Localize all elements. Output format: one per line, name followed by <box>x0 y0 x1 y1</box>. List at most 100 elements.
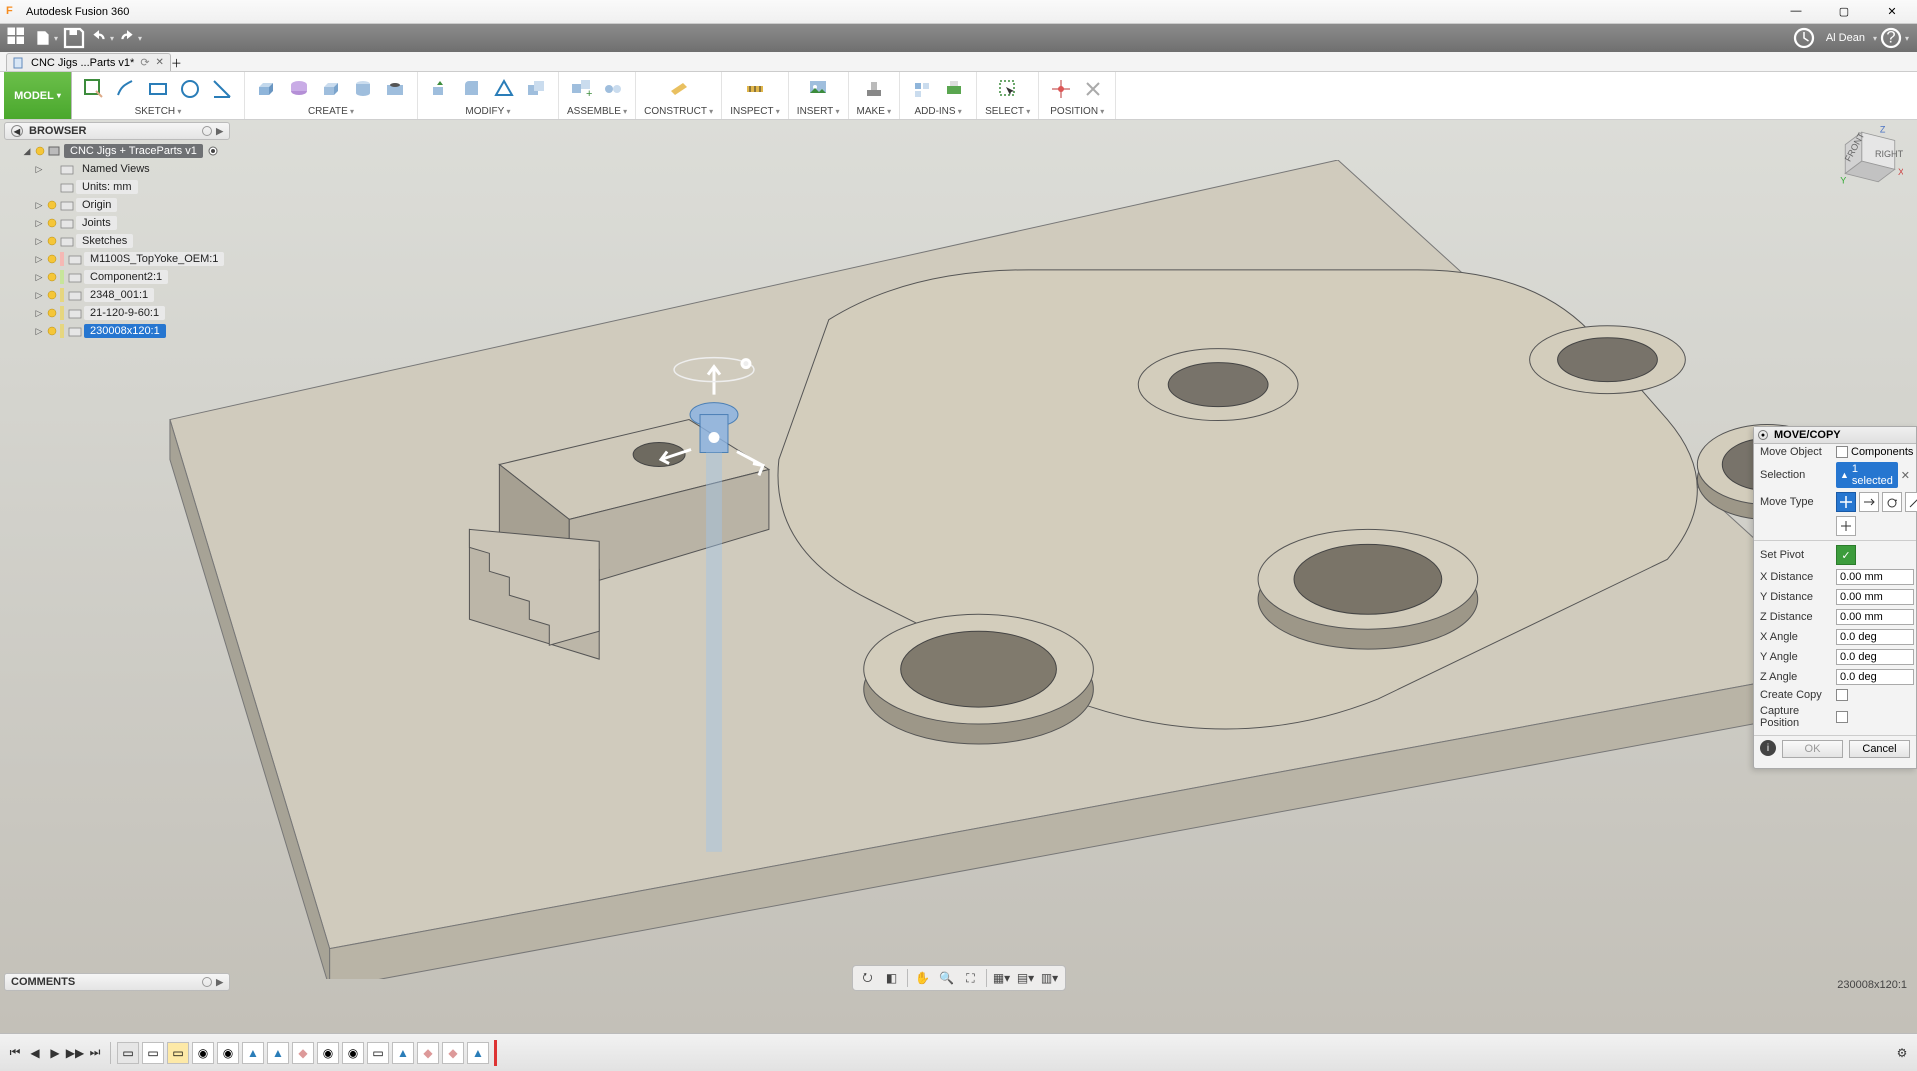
timeline-feature[interactable]: ▲ <box>392 1042 414 1064</box>
ribbon-label-addins[interactable]: ADD-INS <box>914 106 961 117</box>
visibility-icon[interactable] <box>46 235 58 247</box>
ribbon-label-insert[interactable]: INSERT <box>797 106 840 117</box>
distance-input[interactable] <box>1836 669 1914 685</box>
measure-button[interactable] <box>741 75 769 103</box>
help-menu-chevron-icon[interactable]: ▾ <box>1905 34 1909 43</box>
timeline-feature[interactable]: ▭ <box>142 1042 164 1064</box>
move-copy-header[interactable]: ● MOVE/COPY <box>1754 427 1916 444</box>
timeline-end-button[interactable]: ⏭ <box>86 1044 104 1062</box>
ribbon-label-make[interactable]: MAKE <box>857 106 892 117</box>
timeline-feature[interactable]: ◆ <box>417 1042 439 1064</box>
browser-pin-icon[interactable] <box>202 126 212 136</box>
job-status-icon[interactable] <box>1792 26 1816 50</box>
tree-item[interactable]: ▷230008x120:1 <box>4 322 230 340</box>
tree-item[interactable]: ▷M1100S_TopYoke_OEM:1 <box>4 250 230 268</box>
addins-button[interactable] <box>908 75 936 103</box>
timeline-feature[interactable]: ▲ <box>242 1042 264 1064</box>
line-tool-button[interactable] <box>112 75 140 103</box>
move-type-extra-button[interactable] <box>1836 516 1856 536</box>
tree-item[interactable]: ▷Sketches <box>4 232 230 250</box>
ribbon-label-create[interactable]: CREATE <box>308 106 354 117</box>
select-button[interactable] <box>994 75 1022 103</box>
comments-pin-icon[interactable] <box>202 977 212 987</box>
ribbon-label-position[interactable]: POSITION <box>1050 106 1104 117</box>
distance-input[interactable] <box>1836 609 1914 625</box>
timeline-feature[interactable]: ▲ <box>267 1042 289 1064</box>
timeline-feature[interactable]: ▭ <box>167 1042 189 1064</box>
timeline-feature[interactable]: ◆ <box>292 1042 314 1064</box>
trim-tool-button[interactable] <box>208 75 236 103</box>
comments-chevron-icon[interactable]: ▶ <box>216 977 223 988</box>
window-close-button[interactable]: ✕ <box>1877 5 1907 18</box>
save-button[interactable] <box>62 26 86 50</box>
panel-collapse-icon[interactable]: ● <box>1758 430 1768 440</box>
look-at-button[interactable]: ◧ <box>883 969 901 987</box>
tab-close-button[interactable]: ✕ <box>156 57 164 68</box>
timeline-play-button[interactable]: ▶ <box>46 1044 64 1062</box>
distance-input[interactable] <box>1836 569 1914 585</box>
expand-icon[interactable]: ▷ <box>34 308 44 319</box>
move-type-free-button[interactable] <box>1836 492 1856 512</box>
orbit-button[interactable]: ⭮ <box>859 969 877 987</box>
timeline-start-button[interactable]: ⏮ <box>6 1044 24 1062</box>
box-button[interactable] <box>317 75 345 103</box>
fit-button[interactable]: ⛶ <box>962 969 980 987</box>
expand-icon[interactable]: ▷ <box>34 164 44 175</box>
document-tab[interactable]: CNC Jigs ...Parts v1* ⟳ ✕ <box>6 53 171 71</box>
combine-button[interactable] <box>522 75 550 103</box>
move-type-point-button[interactable] <box>1905 492 1917 512</box>
timeline-feature[interactable]: ◉ <box>192 1042 214 1064</box>
press-pull-button[interactable] <box>426 75 454 103</box>
construct-plane-button[interactable] <box>665 75 693 103</box>
visibility-icon[interactable] <box>46 253 58 265</box>
expand-icon[interactable]: ▷ <box>34 290 44 301</box>
ok-button[interactable]: OK <box>1782 740 1843 758</box>
visibility-icon[interactable] <box>46 199 58 211</box>
distance-input[interactable] <box>1836 629 1914 645</box>
timeline-forward-button[interactable]: ▶▶ <box>66 1044 84 1062</box>
timeline-feature[interactable]: ▭ <box>117 1042 139 1064</box>
position-revert-button[interactable] <box>1079 75 1107 103</box>
make-button[interactable] <box>860 75 888 103</box>
position-capture-button[interactable] <box>1047 75 1075 103</box>
joint-button[interactable] <box>599 75 627 103</box>
help-button[interactable]: ? <box>1879 26 1903 50</box>
timeline-feature[interactable]: ◉ <box>217 1042 239 1064</box>
panel-info-icon[interactable]: i <box>1760 740 1776 756</box>
selection-chip[interactable]: ▲1 selected <box>1836 462 1898 488</box>
data-panel-button[interactable] <box>6 26 30 50</box>
ribbon-label-select[interactable]: SELECT <box>985 106 1030 117</box>
tree-item[interactable]: ▷Origin <box>4 196 230 214</box>
insert-button[interactable] <box>804 75 832 103</box>
visibility-icon[interactable] <box>46 325 58 337</box>
expand-icon[interactable]: ▷ <box>34 326 44 337</box>
timeline-feature[interactable]: ▭ <box>367 1042 389 1064</box>
visibility-icon[interactable] <box>46 217 58 229</box>
browser-header[interactable]: ◀ BROWSER ▶ <box>4 122 230 140</box>
timeline-feature[interactable]: ◆ <box>442 1042 464 1064</box>
tree-root[interactable]: ◢ CNC Jigs + TraceParts v1 <box>4 142 230 160</box>
selection-clear-button[interactable]: ✕ <box>1901 469 1910 482</box>
window-maximize-button[interactable]: ▢ <box>1829 5 1859 18</box>
cylinder-button[interactable] <box>349 75 377 103</box>
ribbon-label-sketch[interactable]: SKETCH <box>135 106 182 117</box>
tree-item[interactable]: ▷Joints <box>4 214 230 232</box>
display-settings-button[interactable]: ▦▾ <box>993 969 1011 987</box>
set-pivot-button[interactable]: ✓ <box>1836 545 1856 565</box>
expand-icon[interactable]: ▷ <box>34 236 44 247</box>
ribbon-label-construct[interactable]: CONSTRUCT <box>644 106 713 117</box>
viewport[interactable]: ◀ BROWSER ▶ ◢ CNC Jigs + TraceParts v1 ▷… <box>0 120 1917 1033</box>
tree-item[interactable]: Units: mm <box>4 178 230 196</box>
user-name[interactable]: Al Dean <box>1826 32 1865 44</box>
redo-button[interactable] <box>118 26 142 50</box>
expand-icon[interactable]: ▷ <box>34 218 44 229</box>
user-menu-chevron-icon[interactable]: ▾ <box>1873 34 1877 43</box>
rectangle-tool-button[interactable] <box>144 75 172 103</box>
distance-input[interactable] <box>1836 649 1914 665</box>
revolve-button[interactable] <box>285 75 313 103</box>
timeline-feature[interactable]: ▲ <box>467 1042 489 1064</box>
ribbon-label-assemble[interactable]: ASSEMBLE <box>567 106 627 117</box>
pan-button[interactable]: ✋ <box>914 969 932 987</box>
move-type-rotate-button[interactable] <box>1882 492 1902 512</box>
tree-item[interactable]: ▷Named Views <box>4 160 230 178</box>
